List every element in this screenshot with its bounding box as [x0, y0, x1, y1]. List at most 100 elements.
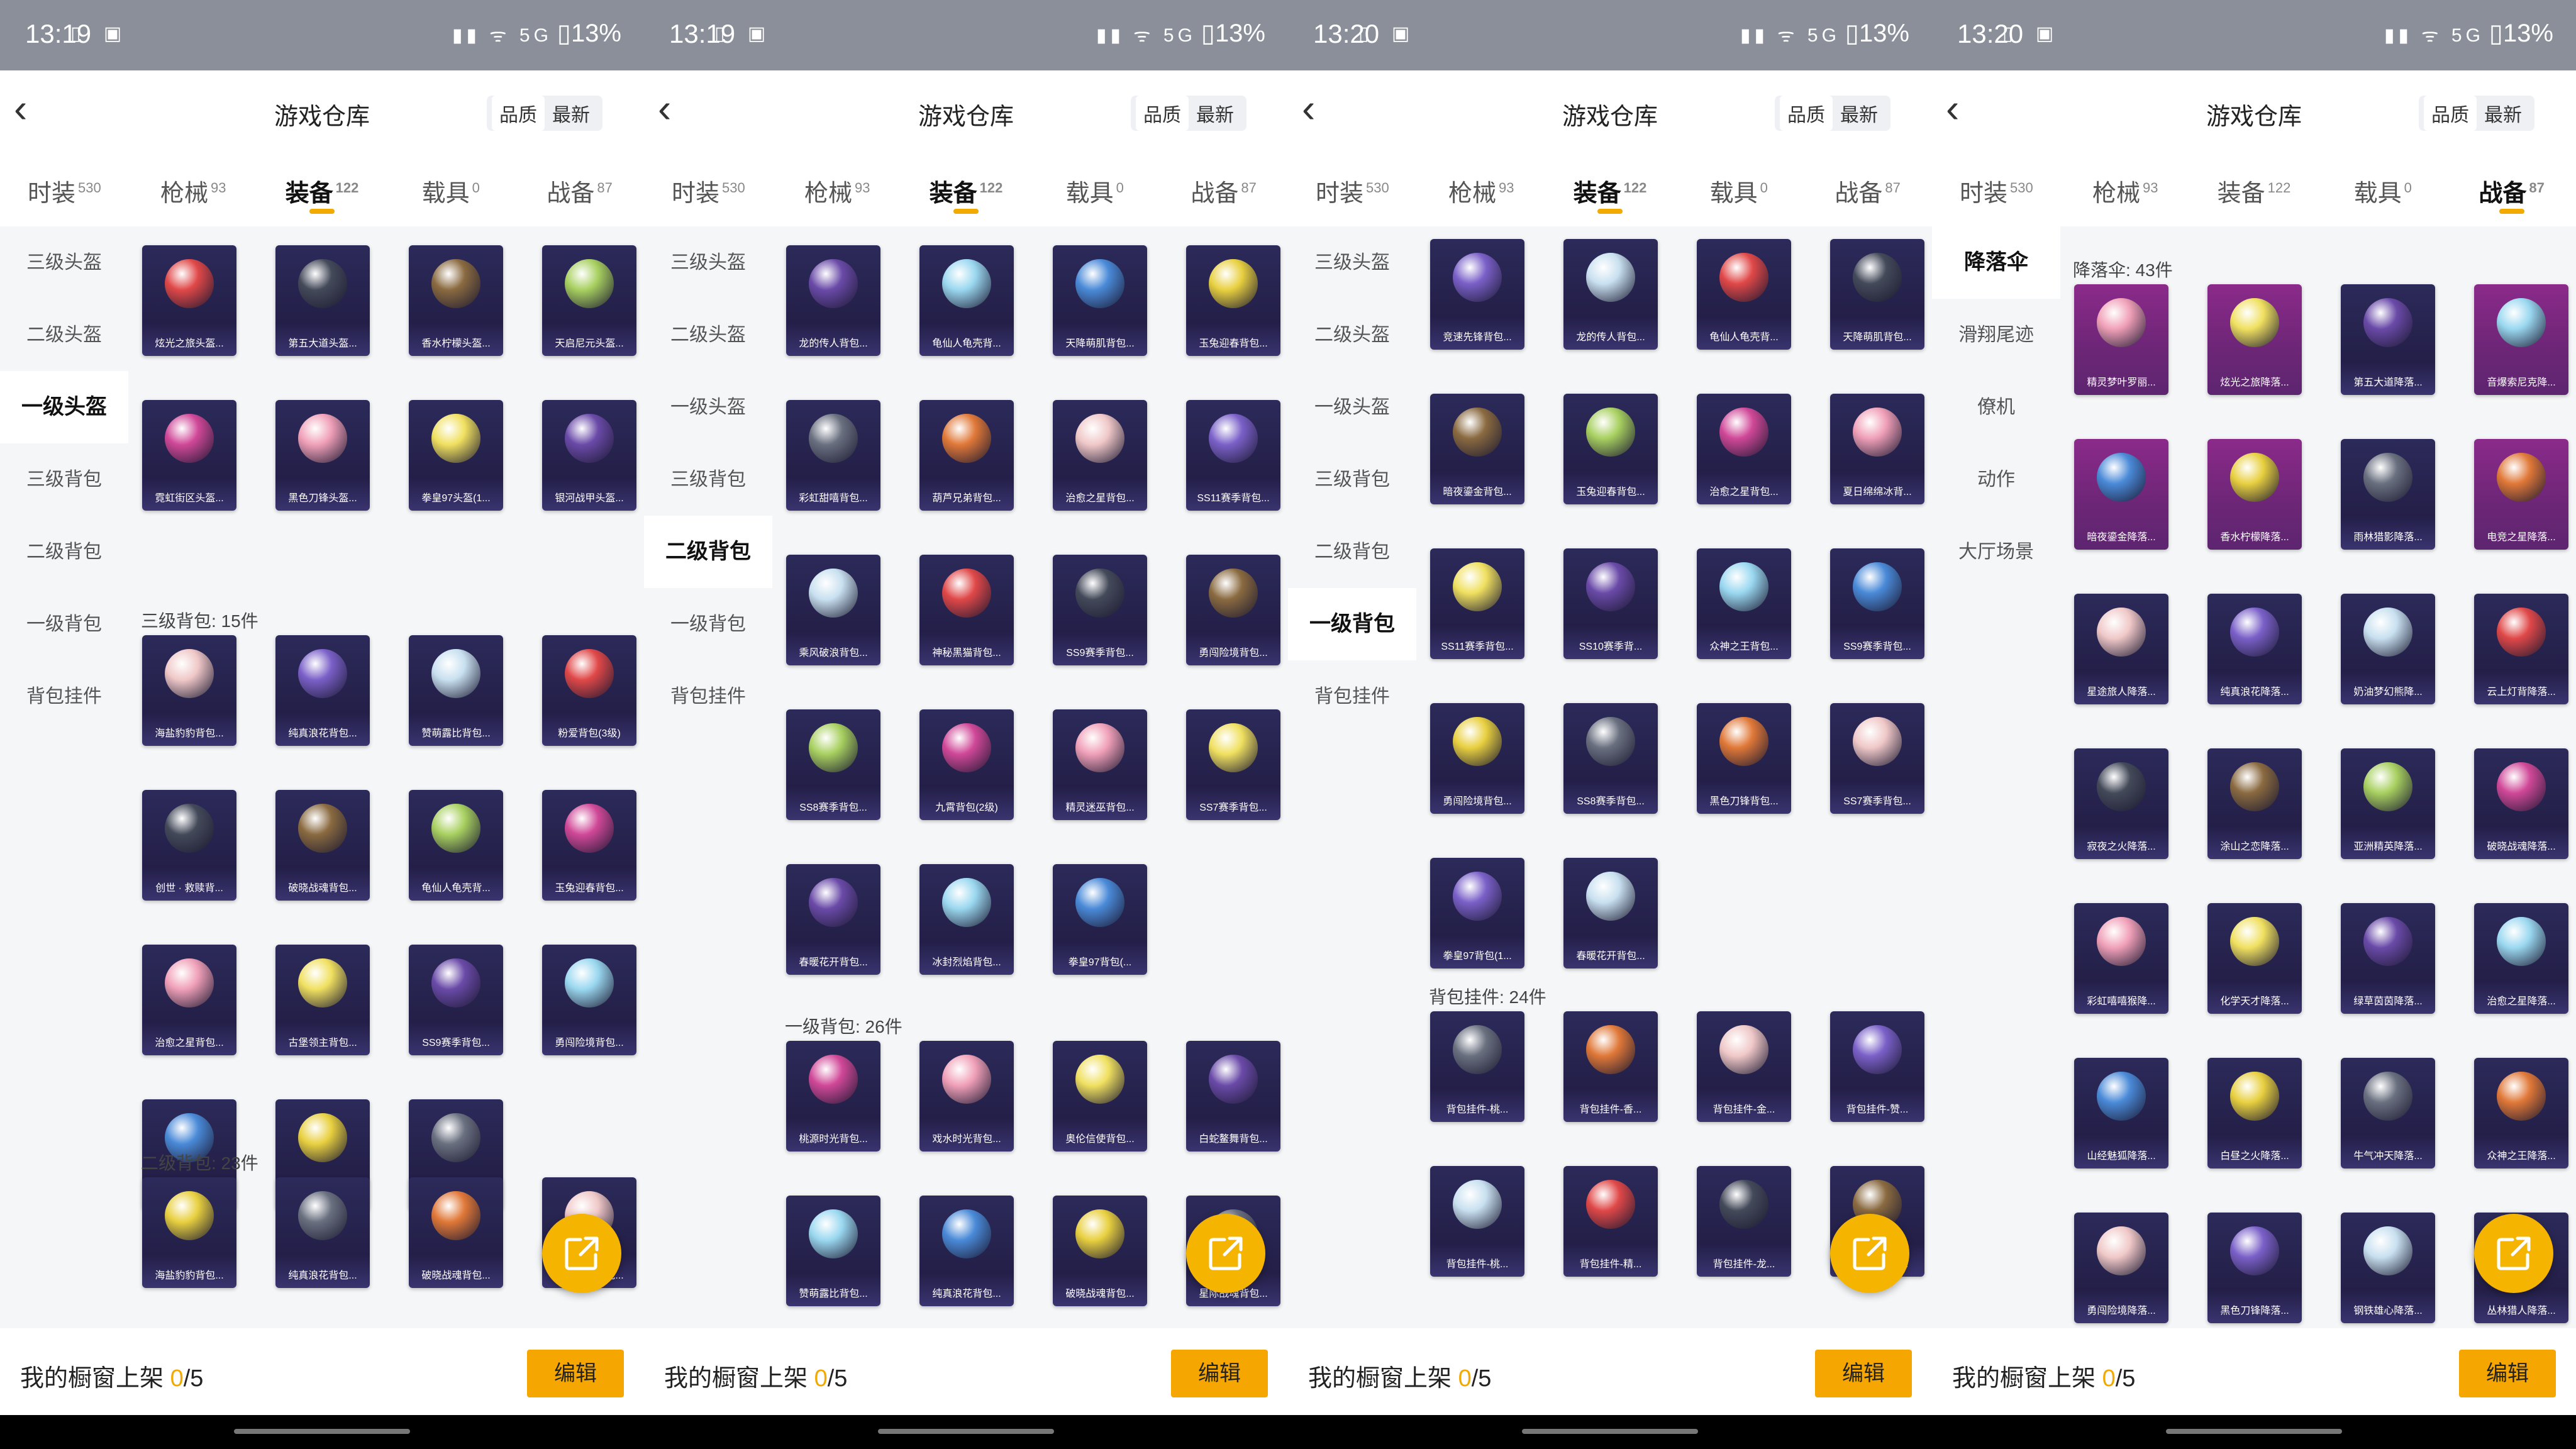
- tab-category[interactable]: 装备 122: [1546, 174, 1675, 214]
- inventory-item-card[interactable]: 赞萌露比背包...: [409, 635, 503, 746]
- sort-toggle[interactable]: 品质 最新: [1775, 96, 1890, 131]
- inventory-item-card[interactable]: 春暖花开背包...: [786, 864, 880, 975]
- inventory-item-card[interactable]: 暗夜鎏金降落...: [2074, 439, 2168, 550]
- inventory-item-card[interactable]: 创世 · 救赎背...: [142, 790, 236, 901]
- inventory-item-card[interactable]: 勇闯险境背包...: [1430, 703, 1524, 814]
- inventory-item-card[interactable]: 背包挂件-桃...: [1430, 1166, 1524, 1277]
- inventory-item-card[interactable]: SS10赛季背...: [1563, 548, 1658, 659]
- inventory-item-card[interactable]: 白昼之火降落...: [2207, 1058, 2302, 1169]
- inventory-item-card[interactable]: 玉兔迎春背包...: [1186, 245, 1280, 356]
- tab-category[interactable]: 战备 87: [2447, 174, 2576, 214]
- sidebar-item[interactable]: 二级头盔: [1288, 299, 1416, 371]
- inventory-item-card[interactable]: SS9赛季背包...: [409, 945, 503, 1055]
- inventory-item-card[interactable]: 桃源时光背包...: [786, 1041, 880, 1152]
- inventory-item-card[interactable]: 冰封烈焰背包...: [919, 864, 1014, 975]
- sidebar-item[interactable]: 一级头盔: [0, 371, 128, 443]
- inventory-item-card[interactable]: 白蛇鳌舞背包...: [1186, 1041, 1280, 1152]
- inventory-item-card[interactable]: 电竞之星降落...: [2474, 439, 2568, 550]
- share-button[interactable]: [542, 1214, 621, 1293]
- inventory-item-card[interactable]: 天降萌肌背包...: [1830, 239, 1924, 350]
- home-indicator[interactable]: [1522, 1429, 1698, 1434]
- inventory-item-card[interactable]: 拳皇97头盔(1...: [409, 400, 503, 511]
- inventory-item-card[interactable]: 牛气冲天降落...: [2341, 1058, 2435, 1169]
- sidebar-item[interactable]: 三级头盔: [0, 226, 128, 299]
- item-grid[interactable]: 炫光之旅头盔... 第五大道头盔... 香水柠檬头盔... 天启尼元头盔... 霓虹街区…: [128, 226, 644, 1328]
- inventory-item-card[interactable]: 炫光之旅降落...: [2207, 284, 2302, 395]
- inventory-item-card[interactable]: 九霄背包(2级): [919, 709, 1014, 820]
- sidebar-item[interactable]: 滑翔尾迹: [1932, 299, 2060, 371]
- inventory-item-card[interactable]: 乘风破浪背包...: [786, 555, 880, 665]
- inventory-item-card[interactable]: 破晓战魂背包...: [1053, 1196, 1147, 1306]
- tab-category[interactable]: 装备 122: [902, 174, 1031, 214]
- sort-toggle[interactable]: 品质 最新: [1131, 96, 1246, 131]
- inventory-item-card[interactable]: 纯真浪花降落...: [2207, 594, 2302, 704]
- inventory-item-card[interactable]: 背包挂件-龙...: [1697, 1166, 1791, 1277]
- inventory-item-card[interactable]: SS9赛季背包...: [1053, 555, 1147, 665]
- inventory-item-card[interactable]: 第五大道头盔...: [275, 245, 370, 356]
- inventory-item-card[interactable]: 奥伦信使背包...: [1053, 1041, 1147, 1152]
- inventory-item-card[interactable]: 古堡领主背包...: [275, 945, 370, 1055]
- inventory-item-card[interactable]: 纯真浪花背包...: [275, 635, 370, 746]
- inventory-item-card[interactable]: 龙的传人背包...: [786, 245, 880, 356]
- sidebar-item[interactable]: 三级头盔: [644, 226, 772, 299]
- tab-category[interactable]: 时装 530: [1288, 174, 1417, 208]
- inventory-item-card[interactable]: 龙的传人背包...: [1563, 239, 1658, 350]
- inventory-item-card[interactable]: 破晓战魂背包...: [275, 790, 370, 901]
- sidebar-item[interactable]: 二级头盔: [644, 299, 772, 371]
- inventory-item-card[interactable]: 黑色刀锋降落...: [2207, 1213, 2302, 1323]
- sort-quality-button[interactable]: 品质: [1780, 96, 1833, 131]
- inventory-item-card[interactable]: 天启尼元头盔...: [542, 245, 636, 356]
- inventory-item-card[interactable]: 化学天才降落...: [2207, 903, 2302, 1014]
- inventory-item-card[interactable]: SS11赛季背包...: [1430, 548, 1524, 659]
- tab-category[interactable]: 枪械 93: [773, 174, 902, 208]
- tab-category[interactable]: 载具 0: [386, 174, 515, 208]
- sidebar-item[interactable]: 大厅场景: [1932, 516, 2060, 588]
- inventory-item-card[interactable]: 雨林猎影降落...: [2341, 439, 2435, 550]
- inventory-item-card[interactable]: 纯真浪花背包...: [919, 1196, 1014, 1306]
- sort-newest-button[interactable]: 最新: [2477, 96, 2529, 131]
- inventory-item-card[interactable]: 拳皇97背包(1...: [1430, 858, 1524, 969]
- home-indicator[interactable]: [878, 1429, 1054, 1434]
- inventory-item-card[interactable]: 彩虹嘻嘻猴降...: [2074, 903, 2168, 1014]
- tab-category[interactable]: 时装 530: [644, 174, 773, 208]
- inventory-item-card[interactable]: 涂山之恋降落...: [2207, 748, 2302, 859]
- inventory-item-card[interactable]: 背包挂件-桃...: [1430, 1011, 1524, 1122]
- inventory-item-card[interactable]: SS8赛季背包...: [1563, 703, 1658, 814]
- tab-category[interactable]: 装备 122: [258, 174, 387, 214]
- inventory-item-card[interactable]: 海盐豹豹背包...: [142, 1177, 236, 1288]
- inventory-item-card[interactable]: 精灵迷巫背包...: [1053, 709, 1147, 820]
- inventory-item-card[interactable]: 春暖花开背包...: [1563, 858, 1658, 969]
- tab-category[interactable]: 战备 87: [515, 174, 644, 208]
- item-grid[interactable]: 龙的传人背包... 龟仙人龟壳背... 天降萌肌背包... 玉兔迎春背包... 彩虹甜嘻…: [772, 226, 1288, 1328]
- inventory-item-card[interactable]: 龟仙人龟壳背...: [919, 245, 1014, 356]
- tab-category[interactable]: 枪械 93: [2061, 174, 2190, 208]
- sidebar-item[interactable]: 一级背包: [0, 588, 128, 660]
- inventory-item-card[interactable]: 背包挂件-赞...: [1830, 1011, 1924, 1122]
- inventory-item-card[interactable]: 绿草茵茵降落...: [2341, 903, 2435, 1014]
- inventory-item-card[interactable]: 炫光之旅头盔...: [142, 245, 236, 356]
- share-button[interactable]: [1186, 1214, 1265, 1293]
- inventory-item-card[interactable]: 勇闯险境背包...: [542, 945, 636, 1055]
- tab-category[interactable]: 战备 87: [1803, 174, 1932, 208]
- inventory-item-card[interactable]: 奶油梦幻熊降...: [2341, 594, 2435, 704]
- inventory-item-card[interactable]: 玉兔迎春背包...: [542, 790, 636, 901]
- inventory-item-card[interactable]: 夏日绵绵冰背...: [1830, 394, 1924, 504]
- sidebar-item[interactable]: 背包挂件: [0, 660, 128, 733]
- inventory-item-card[interactable]: 赞萌露比背包...: [786, 1196, 880, 1306]
- inventory-item-card[interactable]: 黑色刀锋背包...: [1697, 703, 1791, 814]
- inventory-item-card[interactable]: 彩虹甜嘻背包...: [786, 400, 880, 511]
- inventory-item-card[interactable]: SS7赛季背包...: [1830, 703, 1924, 814]
- edit-button[interactable]: 编辑: [1815, 1350, 1912, 1397]
- sidebar-item[interactable]: 降落伞: [1932, 226, 2060, 299]
- sort-toggle[interactable]: 品质 最新: [2419, 96, 2534, 131]
- sidebar-item[interactable]: 二级背包: [0, 516, 128, 588]
- inventory-item-card[interactable]: 亚洲精英降落...: [2341, 748, 2435, 859]
- inventory-item-card[interactable]: 玉兔迎春背包...: [1563, 394, 1658, 504]
- sidebar-item[interactable]: 背包挂件: [1288, 660, 1416, 733]
- inventory-item-card[interactable]: 银河战甲头盔...: [542, 400, 636, 511]
- edit-button[interactable]: 编辑: [2459, 1350, 2556, 1397]
- tab-category[interactable]: 时装 530: [0, 174, 129, 208]
- inventory-item-card[interactable]: 纯真浪花背包...: [275, 1177, 370, 1288]
- inventory-item-card[interactable]: 寂夜之火降落...: [2074, 748, 2168, 859]
- sort-quality-button[interactable]: 品质: [492, 96, 545, 131]
